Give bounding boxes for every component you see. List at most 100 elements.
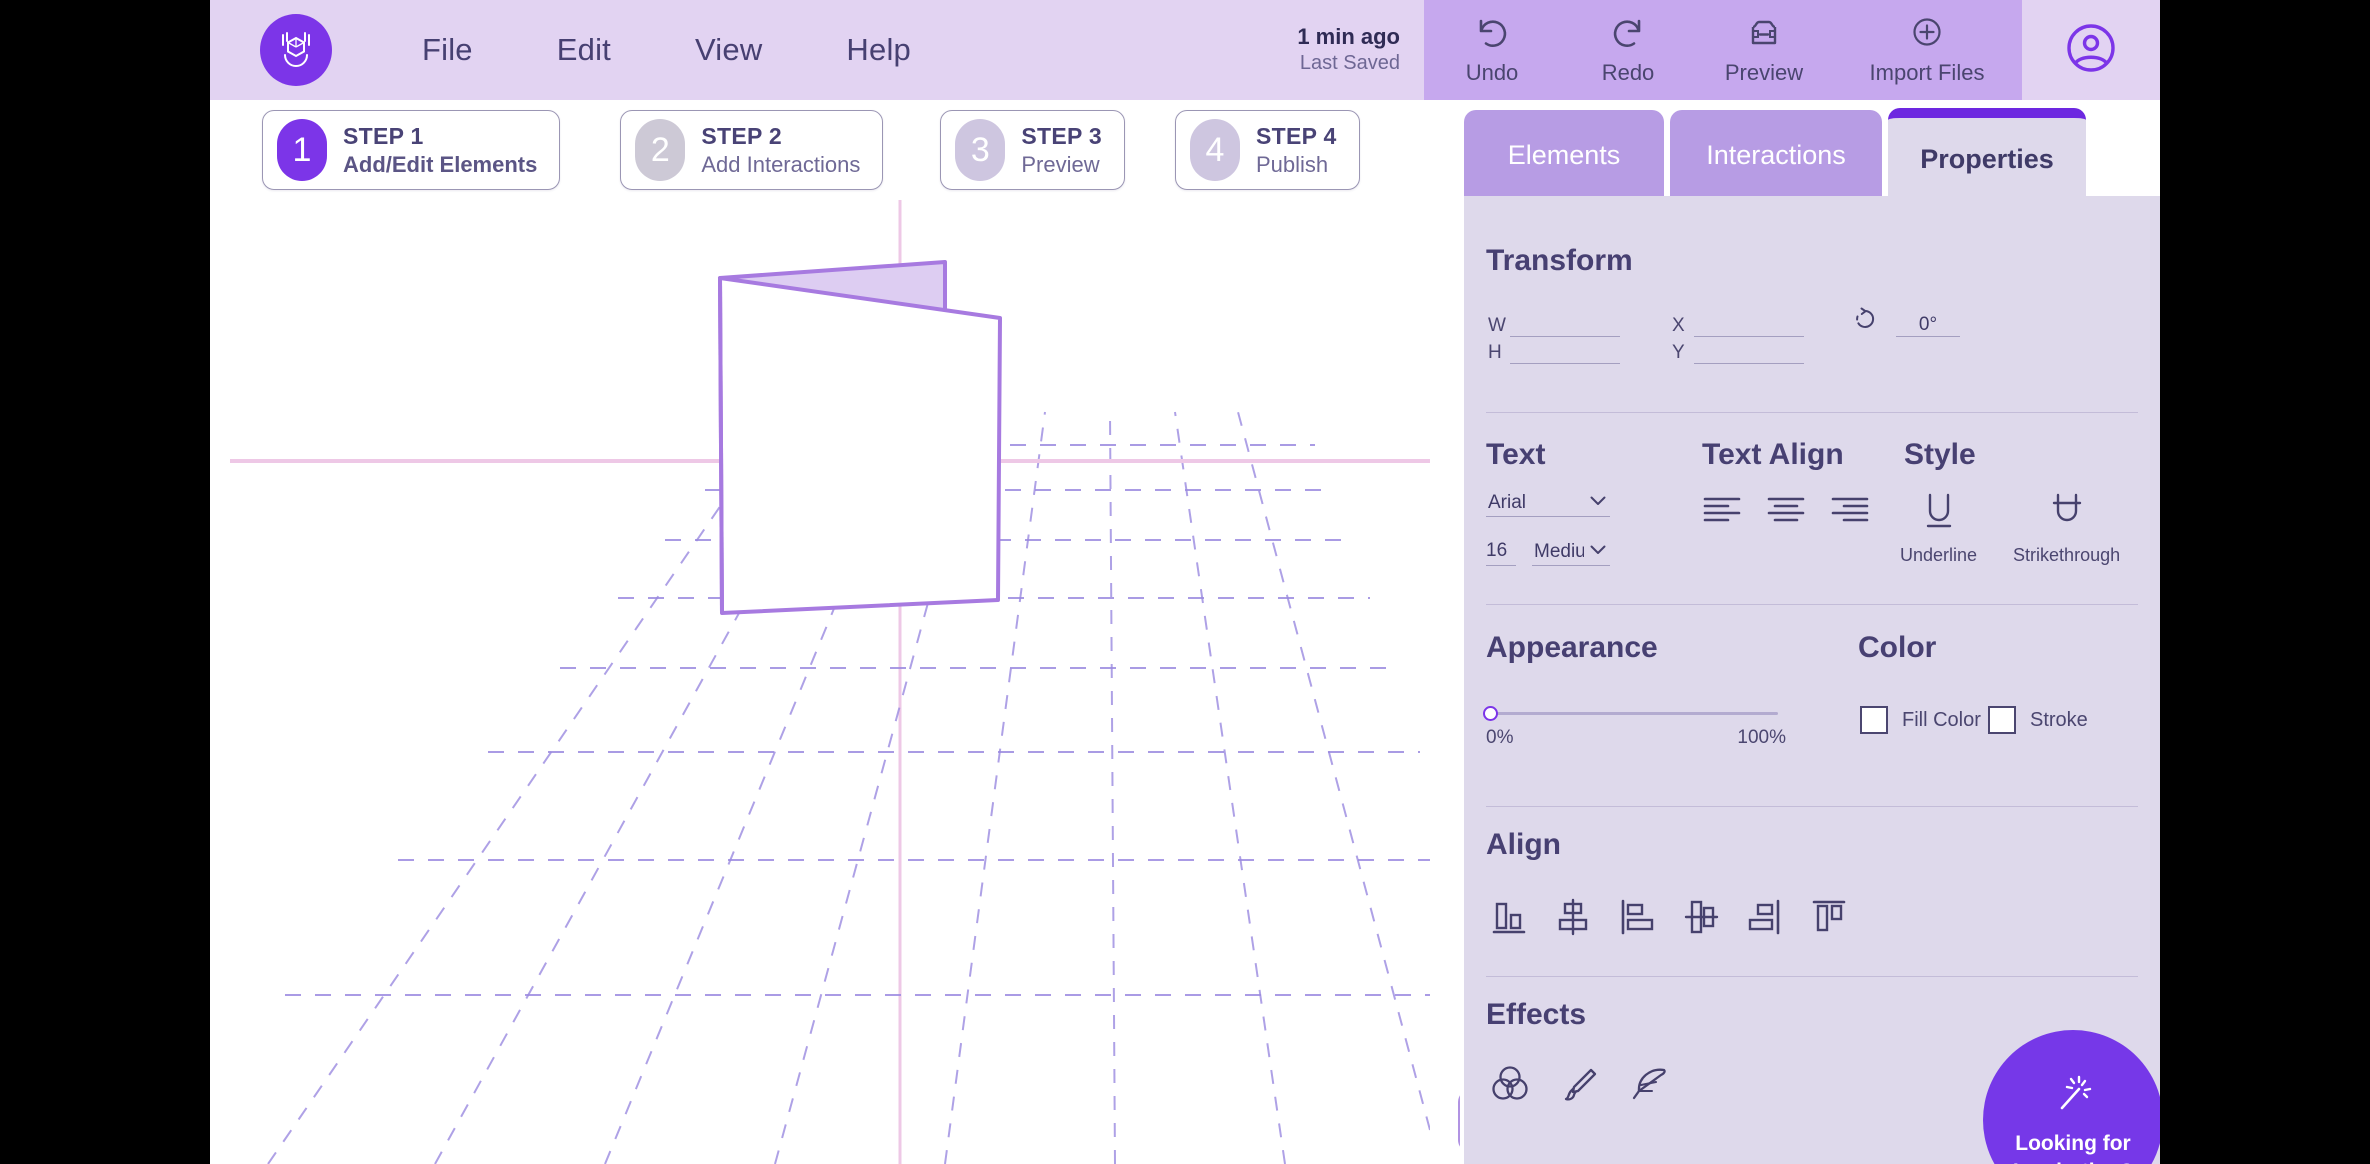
- transform-row-2: H Y: [1488, 342, 1804, 364]
- height-input[interactable]: [1510, 342, 1620, 364]
- step-sub-2: Add Interactions: [701, 151, 861, 177]
- step-sub-3: Preview: [1021, 151, 1100, 177]
- preview-button[interactable]: Preview: [1696, 0, 1832, 100]
- align-top-icon[interactable]: [1808, 896, 1850, 943]
- undo-button[interactable]: Undo: [1424, 0, 1560, 100]
- appearance-section: Appearance: [1486, 631, 1658, 665]
- tab-elements[interactable]: Elements: [1464, 110, 1664, 200]
- rotate-icon[interactable]: [1852, 306, 1878, 337]
- import-files-label: Import Files: [1869, 60, 1985, 85]
- style-section: Style: [1904, 438, 1976, 472]
- redo-button[interactable]: Redo: [1560, 0, 1696, 100]
- font-family-control: Arial: [1486, 492, 1610, 517]
- step-badge-1: 1: [277, 119, 327, 181]
- align-text-left-icon[interactable]: [1702, 494, 1742, 533]
- strikethrough-label: Strikethrough: [2013, 545, 2121, 565]
- strikethrough-button[interactable]: Strikethrough: [2013, 488, 2120, 566]
- design-canvas[interactable]: Edit Inside Card: [210, 200, 1430, 1164]
- x-input[interactable]: [1694, 315, 1804, 337]
- style-title: Style: [1904, 438, 1976, 471]
- preview-label: Preview: [1724, 60, 1804, 85]
- avatar[interactable]: [2022, 0, 2160, 100]
- opacity-slider[interactable]: 0% 100%: [1483, 706, 1786, 749]
- align-horizontal-center-icon[interactable]: [1680, 896, 1722, 943]
- y-input[interactable]: [1694, 342, 1804, 364]
- app-logo[interactable]: [260, 14, 332, 86]
- panel-tabs: Elements Interactions Properties: [1460, 100, 2160, 200]
- y-label: Y: [1672, 342, 1685, 363]
- menu-bar: File Edit View Help: [380, 26, 953, 74]
- divider-text: [1486, 604, 2138, 605]
- step-title-3: STEP 3: [1021, 122, 1102, 149]
- plus-circle-icon: [1906, 14, 1948, 57]
- step-card-1[interactable]: 1 STEP 1 Add/Edit Elements: [262, 110, 561, 190]
- font-weight-select[interactable]: Medium: [1532, 541, 1610, 566]
- step-sub-1: Add/Edit Elements: [343, 151, 538, 177]
- width-input[interactable]: [1510, 315, 1620, 337]
- menu-item-file[interactable]: File: [380, 26, 515, 74]
- tab-properties[interactable]: Properties: [1888, 108, 2086, 200]
- preview-icon: [1743, 14, 1785, 57]
- feather-icon[interactable]: [1628, 1062, 1672, 1111]
- align-right-icon[interactable]: [1744, 896, 1786, 943]
- panel-content: Transform W X H Y: [1464, 196, 2160, 1164]
- step-card-4[interactable]: 4 STEP 4 Publish: [1174, 110, 1360, 190]
- appearance-title: Appearance: [1486, 631, 1658, 664]
- menu-item-edit[interactable]: Edit: [515, 26, 653, 74]
- step-card-3[interactable]: 3 STEP 3 Preview: [940, 110, 1125, 190]
- slider-track[interactable]: [1483, 706, 1778, 721]
- tab-interactions[interactable]: Interactions: [1670, 110, 1882, 200]
- menu-item-help[interactable]: Help: [804, 26, 953, 74]
- align-text-center-icon[interactable]: [1766, 494, 1806, 533]
- divider-appearance: [1486, 806, 2138, 807]
- undo-label: Undo: [1465, 60, 1519, 85]
- font-family-select[interactable]: Arial: [1486, 492, 1610, 517]
- last-saved-status: 1 min ago Last Saved: [1297, 24, 1400, 75]
- font-size-input[interactable]: [1486, 540, 1516, 566]
- inspiration-line-1: Looking for: [2015, 1132, 2131, 1155]
- align-text-right-icon[interactable]: [1830, 494, 1870, 533]
- height-label: H: [1488, 342, 1502, 363]
- align-vertical-center-icon[interactable]: [1552, 896, 1594, 943]
- slider-max-label: 100%: [1737, 727, 1786, 748]
- inspiration-button[interactable]: Looking for Inspiration?: [1983, 1030, 2160, 1164]
- text-align-controls: [1702, 494, 1870, 533]
- step-badge-4: 4: [1189, 119, 1240, 181]
- underline-button[interactable]: Underline: [1900, 488, 1977, 566]
- toolbar: Undo Redo Preview Import Files: [1424, 0, 2022, 100]
- app-window: File Edit View Help 1 min ago Last Saved…: [210, 0, 2160, 1164]
- paintbrush-icon[interactable]: [1558, 1062, 1602, 1111]
- align-controls: [1488, 896, 1850, 943]
- text-section: Text: [1486, 438, 1545, 472]
- card-front-face: [718, 276, 1002, 615]
- user-avatar-icon: [2065, 22, 2117, 79]
- menu-item-view[interactable]: View: [653, 26, 804, 74]
- effects-title: Effects: [1486, 998, 1587, 1031]
- align-left-icon[interactable]: [1616, 896, 1658, 943]
- slider-min-label: 0%: [1486, 727, 1514, 748]
- stroke-color-control[interactable]: Stroke: [1988, 706, 2088, 734]
- step-title-1: STEP 1: [343, 122, 424, 149]
- fill-color-swatch[interactable]: [1860, 706, 1888, 734]
- blend-circles-icon[interactable]: [1488, 1062, 1532, 1111]
- step-card-2[interactable]: 2 STEP 2 Add Interactions: [620, 110, 884, 190]
- fill-color-control[interactable]: Fill Color: [1860, 706, 1981, 734]
- step-sub-4: Publish: [1255, 151, 1329, 177]
- effects-controls: [1488, 1062, 1672, 1111]
- underline-label: Underline: [1900, 545, 1978, 565]
- fill-color-label: Fill Color: [1902, 708, 1981, 731]
- magic-wand-icon: [2049, 1068, 2097, 1121]
- align-bottom-icon[interactable]: [1488, 896, 1530, 943]
- width-label: W: [1488, 315, 1506, 336]
- step-badge-2: 2: [635, 119, 686, 181]
- stroke-color-label: Stroke: [2030, 708, 2088, 731]
- divider-align: [1486, 976, 2138, 977]
- slider-knob[interactable]: [1483, 706, 1498, 721]
- stroke-color-swatch[interactable]: [1988, 706, 2016, 734]
- inspiration-line-2: Inspiration?: [2013, 1159, 2133, 1164]
- redo-icon: [1607, 14, 1649, 57]
- import-files-button[interactable]: Import Files: [1832, 0, 2022, 100]
- rotation-input[interactable]: [1896, 313, 1960, 337]
- step-title-2: STEP 2: [701, 122, 782, 149]
- top-bar: File Edit View Help 1 min ago Last Saved…: [210, 0, 2160, 100]
